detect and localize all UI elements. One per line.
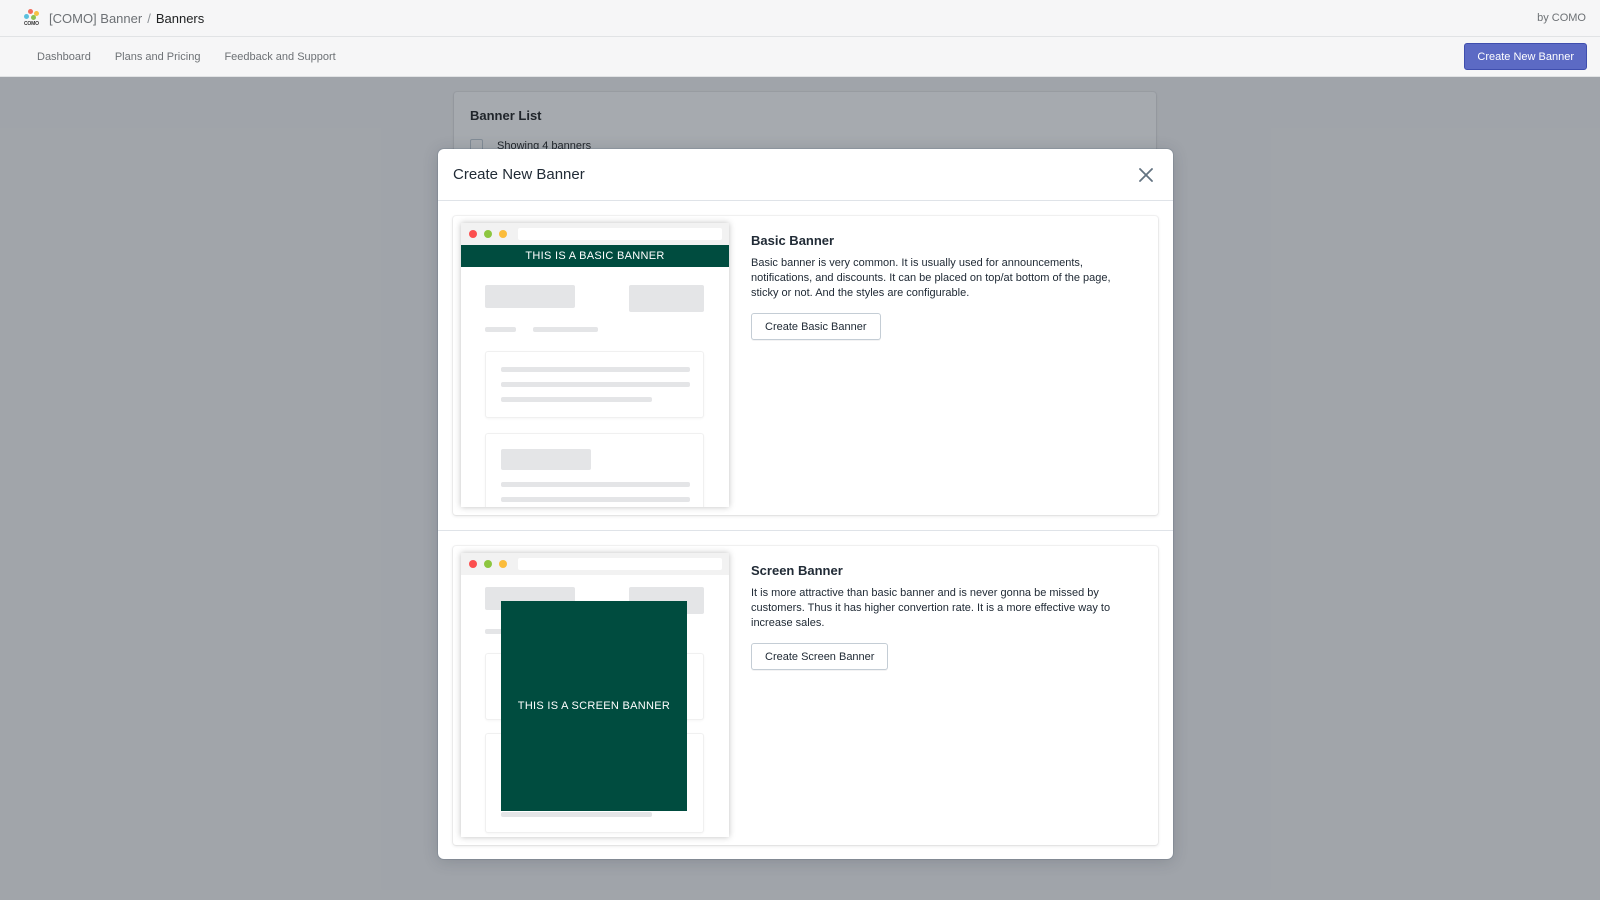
breadcrumb-page: Banners [155,10,205,26]
modal-title: Create New Banner [453,166,585,183]
placeholder-card [485,351,704,418]
basic-banner-title: Basic Banner [751,233,835,248]
create-banner-modal: Create New Banner THIS IS A BASIC BANNER [438,149,1173,859]
window-maximize-dot-icon [484,230,492,238]
placeholder-block [629,285,704,312]
url-bar [518,228,722,240]
window-close-dot-icon [469,560,477,568]
nav-plans-and-pricing[interactable]: Plans and Pricing [115,51,201,63]
screen-banner-section: THIS IS A SCREEN BANNER Screen Banner It… [438,531,1173,859]
breadcrumb-app[interactable]: [COMO] Banner [49,11,142,26]
screen-banner-preview: THIS IS A SCREEN BANNER [461,553,729,837]
breadcrumb-separator: / [147,10,151,26]
nav-dashboard[interactable]: Dashboard [37,51,91,63]
basic-banner-section: THIS IS A BASIC BANNER Basic Banner Basi… [438,201,1173,531]
by-como-label: by COMO [1537,12,1586,24]
screen-banner-title: Screen Banner [751,563,843,578]
nav-feedback-and-support[interactable]: Feedback and Support [224,51,335,63]
screen-banner-card: THIS IS A SCREEN BANNER Screen Banner It… [453,546,1158,845]
top-bar: COMO [COMO] Banner / Banners by COMO [0,0,1600,37]
placeholder-line [533,327,598,332]
basic-banner-info: Basic Banner Basic banner is very common… [729,223,1150,508]
screen-banner-info: Screen Banner It is more attractive than… [729,553,1150,838]
browser-bar [461,553,729,575]
url-bar [518,558,722,570]
placeholder-block [485,285,575,308]
basic-banner-description: Basic banner is very common. It is usual… [751,257,1111,299]
window-close-dot-icon [469,230,477,238]
create-new-banner-button[interactable]: Create New Banner [1464,43,1587,70]
como-logo-icon: COMO [24,9,41,27]
create-screen-banner-button[interactable]: Create Screen Banner [751,643,889,670]
basic-banner-card: THIS IS A BASIC BANNER Basic Banner Basi… [453,216,1158,515]
create-basic-banner-button[interactable]: Create Basic Banner [751,313,881,340]
screen-banner-description: It is more attractive than basic banner … [751,587,1111,629]
basic-banner-preview: THIS IS A BASIC BANNER [461,223,729,507]
nav-bar: Dashboard Plans and Pricing Feedback and… [0,37,1600,77]
window-minimize-dot-icon [499,230,507,238]
placeholder-card [485,433,704,507]
browser-bar [461,223,729,245]
window-minimize-dot-icon [499,560,507,568]
modal-header: Create New Banner [438,149,1173,201]
placeholder-line [485,327,516,332]
basic-banner-strip: THIS IS A BASIC BANNER [461,245,729,267]
window-maximize-dot-icon [484,560,492,568]
close-icon[interactable] [1134,163,1158,187]
screen-banner-overlay: THIS IS A SCREEN BANNER [501,601,687,811]
